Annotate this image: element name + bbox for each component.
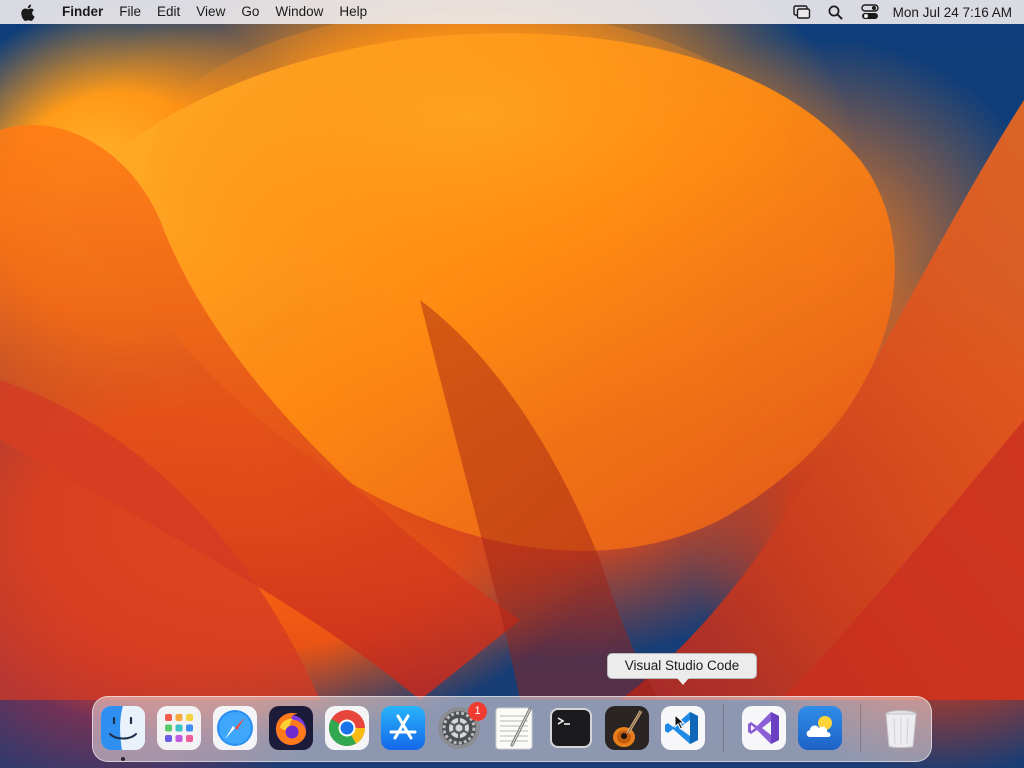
dock-safari[interactable] bbox=[212, 705, 258, 751]
menu-view[interactable]: View bbox=[188, 0, 233, 24]
dock-textedit[interactable] bbox=[492, 705, 538, 751]
menu-file[interactable]: File bbox=[111, 0, 149, 24]
firefox-icon bbox=[269, 706, 313, 750]
chrome-icon bbox=[325, 706, 369, 750]
visual-studio-icon bbox=[742, 706, 786, 750]
trash-icon bbox=[885, 710, 917, 748]
safari-icon bbox=[213, 706, 257, 750]
menu-bar: Finder File Edit View Go Window Help Mon… bbox=[0, 0, 1024, 24]
menu-window[interactable]: Window bbox=[267, 0, 331, 24]
dock-finder[interactable] bbox=[100, 705, 146, 751]
weather-icon bbox=[798, 706, 842, 750]
garageband-icon bbox=[605, 706, 649, 750]
mouse-cursor-icon bbox=[674, 713, 686, 735]
dock-firefox[interactable] bbox=[268, 705, 314, 751]
menu-help[interactable]: Help bbox=[331, 0, 375, 24]
dock-chrome[interactable] bbox=[324, 705, 370, 751]
dock-separator-trash bbox=[860, 704, 861, 752]
textedit-icon bbox=[495, 707, 533, 750]
dock-tooltip-arrow bbox=[677, 678, 689, 685]
dock-app-store[interactable] bbox=[380, 705, 426, 751]
control-center-icon[interactable] bbox=[853, 0, 887, 24]
system-settings-badge: 1 bbox=[468, 702, 487, 721]
dock-trash[interactable] bbox=[878, 705, 924, 751]
terminal-icon bbox=[550, 708, 592, 748]
desktop-wallpaper bbox=[0, 0, 1024, 768]
dock-tooltip: Visual Studio Code bbox=[607, 653, 757, 679]
dock-launchpad[interactable] bbox=[156, 705, 202, 751]
dock-garageband[interactable] bbox=[604, 705, 650, 751]
dock-visual-studio[interactable] bbox=[741, 705, 787, 751]
menu-app-name[interactable]: Finder bbox=[54, 0, 111, 24]
screen-mirroring-icon[interactable] bbox=[785, 0, 819, 24]
launchpad-icon bbox=[157, 706, 201, 750]
menu-bar-status-area: Mon Jul 24 7:16 AM bbox=[785, 0, 1024, 24]
dock-weather[interactable] bbox=[797, 705, 843, 751]
dock-separator bbox=[723, 704, 724, 752]
finder-icon bbox=[101, 706, 145, 750]
menu-go[interactable]: Go bbox=[233, 0, 267, 24]
spotlight-search-icon[interactable] bbox=[819, 0, 853, 24]
menu-bar-clock[interactable]: Mon Jul 24 7:16 AM bbox=[887, 5, 1012, 20]
app-store-icon bbox=[381, 706, 425, 750]
menu-edit[interactable]: Edit bbox=[149, 0, 188, 24]
apple-logo-icon[interactable] bbox=[0, 0, 54, 24]
dock-terminal[interactable] bbox=[548, 705, 594, 751]
finder-running-indicator bbox=[121, 757, 125, 761]
